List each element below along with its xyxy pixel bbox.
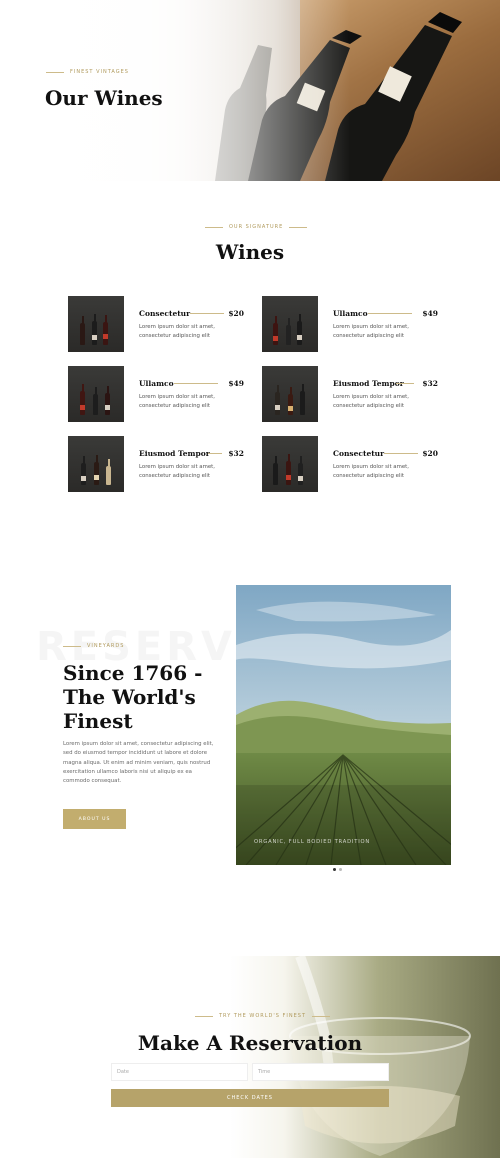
- slider-dot[interactable]: [333, 868, 336, 871]
- wine-description: Lorem ipsum dolor sit amet, consectetur …: [333, 464, 409, 479]
- wine-thumbnail: [68, 366, 124, 422]
- wine-thumbnail: [262, 436, 318, 492]
- eyebrow-line: [63, 645, 81, 647]
- reservation-title: Make A Reservation: [137, 1031, 363, 1055]
- wine-thumbnail: [68, 296, 124, 352]
- vineyards-eyebrow: VINEYARDS: [63, 643, 124, 649]
- date-placeholder: Date: [117, 1069, 129, 1075]
- hero-eyebrow: FINEST VINTAGES: [46, 69, 129, 75]
- wine-item[interactable]: Ullamco $49 Lorem ipsum dolor sit amet, …: [68, 366, 244, 422]
- wine-name: Eiusmod Tempor: [333, 379, 404, 388]
- time-field[interactable]: Time: [252, 1063, 389, 1081]
- wine-item[interactable]: Consectetur $20 Lorem ipsum dolor sit am…: [262, 436, 438, 492]
- wine-price: $49: [422, 309, 438, 318]
- wine-name: Ullamco: [139, 379, 174, 388]
- wine-item[interactable]: Ullamco $49 Lorem ipsum dolor sit amet, …: [262, 296, 438, 352]
- wine-description: Lorem ipsum dolor sit amet, consectetur …: [333, 394, 409, 409]
- wine-divider: [368, 313, 412, 314]
- wine-name: Ullamco: [333, 309, 368, 318]
- wine-price: $32: [228, 449, 244, 458]
- eyebrow-line: [312, 1015, 331, 1017]
- wines-title: Wines: [215, 240, 285, 264]
- wine-divider: [384, 453, 418, 454]
- wine-item[interactable]: Eiusmod Tempor $32 Lorem ipsum dolor sit…: [262, 366, 438, 422]
- wine-price: $49: [228, 379, 244, 388]
- wine-divider: [396, 383, 414, 384]
- wine-glass-illustration: [289, 956, 471, 1156]
- wine-thumbnail: [68, 436, 124, 492]
- vineyard-illustration: [236, 585, 451, 865]
- wine-description: Lorem ipsum dolor sit amet, consectetur …: [333, 324, 409, 339]
- wine-name: Eiusmod Tempor: [139, 449, 210, 458]
- reservation-eyebrow: TRY THE WORLD'S FINEST: [195, 1013, 331, 1019]
- time-placeholder: Time: [258, 1069, 271, 1075]
- eyebrow-line: [205, 226, 223, 228]
- eyebrow-line: [195, 1015, 213, 1017]
- vineyards-eyebrow-text: VINEYARDS: [87, 643, 125, 649]
- wine-price: $32: [422, 379, 438, 388]
- reservation-section: [0, 956, 500, 1158]
- image-caption: ORGANIC, FULL BODIED TRADITION: [254, 839, 371, 845]
- hero-banner: FINEST VINTAGES Our Wines: [0, 0, 500, 181]
- wine-name: Consectetur: [333, 449, 385, 458]
- wine-description: Lorem ipsum dolor sit amet, consectetur …: [139, 324, 215, 339]
- wine-thumbnail: [262, 296, 318, 352]
- slider-dots[interactable]: [333, 868, 342, 871]
- wine-price: $20: [228, 309, 244, 318]
- eyebrow-line: [289, 226, 308, 228]
- wine-price: $20: [422, 449, 438, 458]
- wine-item[interactable]: Eiusmod Tempor $32 Lorem ipsum dolor sit…: [68, 436, 244, 492]
- wine-description: Lorem ipsum dolor sit amet, consectetur …: [139, 394, 215, 409]
- hero-eyebrow-text: FINEST VINTAGES: [70, 69, 129, 75]
- reservation-eyebrow-text: TRY THE WORLD'S FINEST: [219, 1013, 307, 1019]
- wine-name: Consectetur: [139, 309, 191, 318]
- story-paragraph: Lorem ipsum dolor sit amet, consectetur …: [63, 741, 214, 785]
- date-field[interactable]: Date: [111, 1063, 248, 1081]
- eyebrow-line: [46, 71, 64, 73]
- wine-divider: [190, 313, 224, 314]
- wine-description: Lorem ipsum dolor sit amet, consectetur …: [139, 464, 215, 479]
- about-us-button[interactable]: ABOUT US: [63, 809, 126, 829]
- wine-divider: [208, 453, 222, 454]
- story-title: Since 1766 - The World's Finest: [63, 661, 203, 733]
- check-dates-button[interactable]: CHECK DATES: [111, 1089, 389, 1107]
- wine-thumbnail: [262, 366, 318, 422]
- slider-dot[interactable]: [339, 868, 342, 871]
- wines-eyebrow-text: OUR SIGNATURE: [229, 224, 284, 230]
- vineyard-image: [236, 585, 451, 865]
- wine-divider: [174, 383, 218, 384]
- page-title: Our Wines: [45, 86, 163, 110]
- wine-item[interactable]: Consectetur $20 Lorem ipsum dolor sit am…: [68, 296, 244, 352]
- wines-eyebrow: OUR SIGNATURE: [205, 224, 308, 230]
